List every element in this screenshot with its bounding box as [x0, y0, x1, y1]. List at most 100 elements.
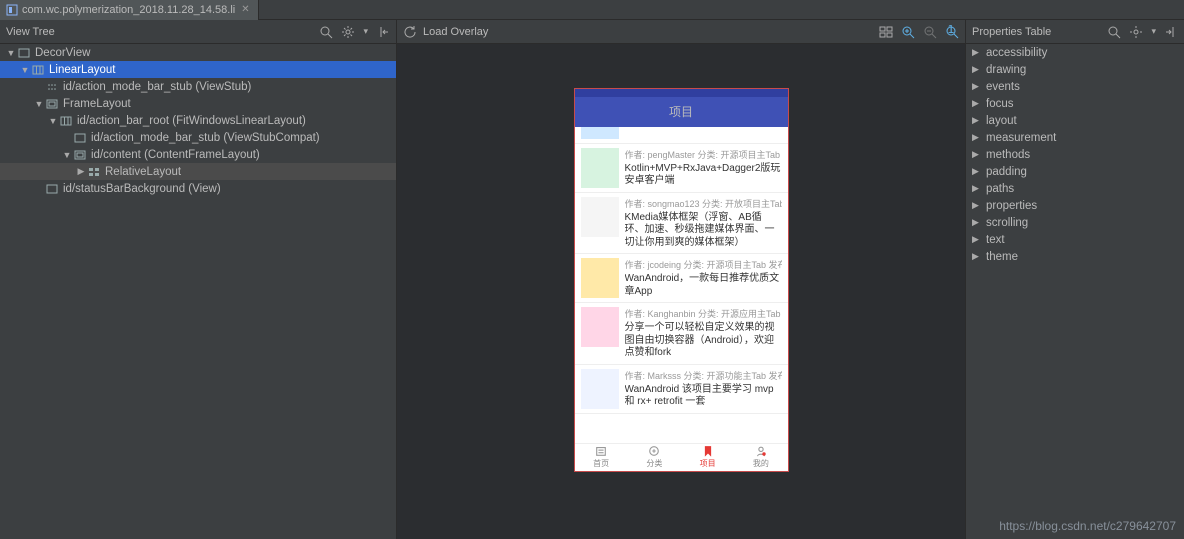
- gear-icon[interactable]: [1129, 25, 1143, 39]
- property-group[interactable]: ▶padding: [966, 163, 1184, 180]
- tab-label: com.wc.polymerization_2018.11.28_14.58.l…: [22, 4, 235, 16]
- tree-node[interactable]: ▼ FrameLayout: [0, 95, 396, 112]
- gear-icon[interactable]: [341, 25, 355, 39]
- view-icon: [45, 183, 59, 195]
- tree-node[interactable]: id/action_mode_bar_stub (ViewStub): [0, 78, 396, 95]
- view-tree[interactable]: ▼ DecorView▼ LinearLayout id/action_mode…: [0, 44, 396, 539]
- property-label: scrolling: [986, 217, 1028, 229]
- bottom-tab-home[interactable]: 首页: [575, 444, 628, 471]
- tab-label: 分类: [646, 458, 662, 469]
- property-label: padding: [986, 166, 1027, 178]
- property-group[interactable]: ▶paths: [966, 180, 1184, 197]
- article-card[interactable]: 作者: jcodeing 分类: 开源项目主Tab 发布时 WanAndroid…: [575, 254, 788, 303]
- article-meta: 作者: songmao123 分类: 开放项目主Tab 发布: [625, 197, 782, 210]
- tree-node-label: id/action_mode_bar_stub (ViewStubCompat): [91, 132, 320, 144]
- tree-node[interactable]: id/action_mode_bar_stub (ViewStubCompat): [0, 129, 396, 146]
- watermark: https://blog.csdn.net/c279642707: [999, 519, 1176, 533]
- zoom-in-icon[interactable]: [901, 25, 915, 39]
- bottom-nav: 首页 分类 项目我的: [575, 443, 788, 471]
- chevron-right-icon: ▶: [972, 132, 980, 143]
- device-preview[interactable]: 项目 作者: pengMaster 分类: 开源项目主Tab 发布 Kotlin…: [574, 88, 789, 472]
- chevron-right-icon: ▶: [972, 47, 980, 58]
- tree-node[interactable]: ▼ id/content (ContentFrameLayout): [0, 146, 396, 163]
- property-group[interactable]: ▶measurement: [966, 129, 1184, 146]
- property-group[interactable]: ▶theme: [966, 248, 1184, 265]
- load-overlay-button[interactable]: Load Overlay: [423, 26, 488, 38]
- property-group[interactable]: ▶ scrolling: [966, 214, 1184, 231]
- view-icon: [31, 64, 45, 76]
- editor-tab[interactable]: com.wc.polymerization_2018.11.28_14.58.l…: [0, 0, 259, 20]
- chevron-right-icon: ▶: [972, 217, 980, 228]
- expand-arrow-icon[interactable]: ▶: [76, 166, 86, 177]
- collapse-icon[interactable]: [1164, 25, 1178, 39]
- zoom-fit-icon[interactable]: 1: [945, 25, 959, 39]
- article-title: WanAndroid 该项目主要学习 mvp 和 rx+ retrofit 一套: [625, 384, 782, 409]
- tree-node-label: id/statusBarBackground (View): [63, 183, 221, 195]
- article-meta: 作者: jcodeing 分类: 开源项目主Tab 发布时: [625, 258, 782, 271]
- article-title: WanAndroid，一款每日推荐优质文章App: [625, 273, 782, 298]
- article-title: 分享一个可以轻松自定义效果的视图自由切换容器（Android），欢迎点赞和for…: [625, 322, 782, 360]
- chevron-right-icon: ▶: [972, 81, 980, 92]
- property-label: events: [986, 81, 1020, 93]
- tree-node-label: DecorView: [35, 47, 90, 59]
- article-card[interactable]: 作者: songmao123 分类: 开放项目主Tab 发布 KMedia媒体框…: [575, 193, 788, 255]
- article-thumbnail: [581, 197, 619, 237]
- expand-arrow-icon[interactable]: ▼: [62, 150, 72, 160]
- article-title: KMedia媒体框架（浮窗、AB循环、加速、秒级拖建媒体界面、一切让你用到爽的媒…: [625, 212, 782, 250]
- article-thumbnail: [581, 258, 619, 298]
- property-label: layout: [986, 115, 1017, 127]
- chevron-down-icon[interactable]: ▾: [1151, 26, 1156, 37]
- close-icon[interactable]: ✕: [239, 4, 251, 15]
- property-group[interactable]: ▶text: [966, 231, 1184, 248]
- property-label: focus: [986, 98, 1014, 110]
- tree-node-label: id/action_bar_root (FitWindowsLinearLayo…: [77, 115, 306, 127]
- tree-node-label: RelativeLayout: [105, 166, 181, 178]
- expand-arrow-icon[interactable]: ▼: [48, 116, 58, 126]
- tree-node[interactable]: ▼ DecorView: [0, 44, 396, 61]
- tree-node[interactable]: ▼ id/action_bar_root (FitWindowsLinearLa…: [0, 112, 396, 129]
- property-group[interactable]: ▶focus: [966, 95, 1184, 112]
- tree-node-label: id/content (ContentFrameLayout): [91, 149, 260, 161]
- tree-node[interactable]: ▼ LinearLayout: [0, 61, 396, 78]
- zoom-out-icon[interactable]: [923, 25, 937, 39]
- expand-arrow-icon[interactable]: ▼: [6, 48, 16, 58]
- article-card[interactable]: 作者: pengMaster 分类: 开源项目主Tab 发布 Kotlin+MV…: [575, 144, 788, 193]
- article-card[interactable]: 作者: Marksss 分类: 开源功能主Tab 发布时间 WanAndroid…: [575, 365, 788, 414]
- grid-icon[interactable]: [879, 25, 893, 39]
- article-thumbnail: [581, 369, 619, 409]
- search-icon[interactable]: [319, 25, 333, 39]
- properties-header: Properties Table ▾: [966, 20, 1184, 44]
- bottom-tab-tree[interactable]: 分类: [628, 444, 681, 471]
- tree-node[interactable]: ▶ RelativeLayout: [0, 163, 396, 180]
- tab-label: 首页: [593, 458, 609, 469]
- article-meta: 作者: Kanghanbin 分类: 开源应用主Tab 发布: [625, 307, 782, 320]
- expand-arrow-icon[interactable]: ▼: [34, 99, 44, 109]
- property-label: accessibility: [986, 47, 1047, 59]
- chevron-right-icon: ▶: [972, 251, 980, 262]
- property-label: drawing: [986, 64, 1026, 76]
- bottom-tab-bookmark[interactable]: 项目: [681, 444, 734, 471]
- article-meta: 作者: Marksss 分类: 开源功能主Tab 发布时间: [625, 369, 782, 382]
- property-group[interactable]: ▶drawing: [966, 61, 1184, 78]
- properties-list[interactable]: ▶accessibility▶drawing▶events▶focus▶layo…: [966, 44, 1184, 539]
- app-bar: 项目: [575, 97, 788, 127]
- article-thumbnail: [581, 148, 619, 188]
- expand-arrow-icon[interactable]: ▼: [20, 65, 30, 75]
- property-group[interactable]: ▶ events: [966, 78, 1184, 95]
- bottom-tab-user[interactable]: 我的: [734, 444, 787, 471]
- article-card[interactable]: 作者: Kanghanbin 分类: 开源应用主Tab 发布 分享一个可以轻松自…: [575, 303, 788, 365]
- property-group[interactable]: ▶ properties: [966, 197, 1184, 214]
- property-group[interactable]: ▶methods: [966, 146, 1184, 163]
- property-label: properties: [986, 200, 1037, 212]
- refresh-icon[interactable]: [403, 25, 417, 39]
- tree-node[interactable]: id/statusBarBackground (View): [0, 180, 396, 197]
- collapse-icon[interactable]: [376, 25, 390, 39]
- property-group[interactable]: ▶layout: [966, 112, 1184, 129]
- chevron-down-icon[interactable]: ▾: [363, 26, 368, 37]
- search-icon[interactable]: [1107, 25, 1121, 39]
- chevron-right-icon: ▶: [972, 200, 980, 211]
- preview-header: Load Overlay 1: [397, 20, 965, 44]
- editor-tabbar: com.wc.polymerization_2018.11.28_14.58.l…: [0, 0, 1184, 20]
- property-group[interactable]: ▶ accessibility: [966, 44, 1184, 61]
- chevron-right-icon: ▶: [972, 183, 980, 194]
